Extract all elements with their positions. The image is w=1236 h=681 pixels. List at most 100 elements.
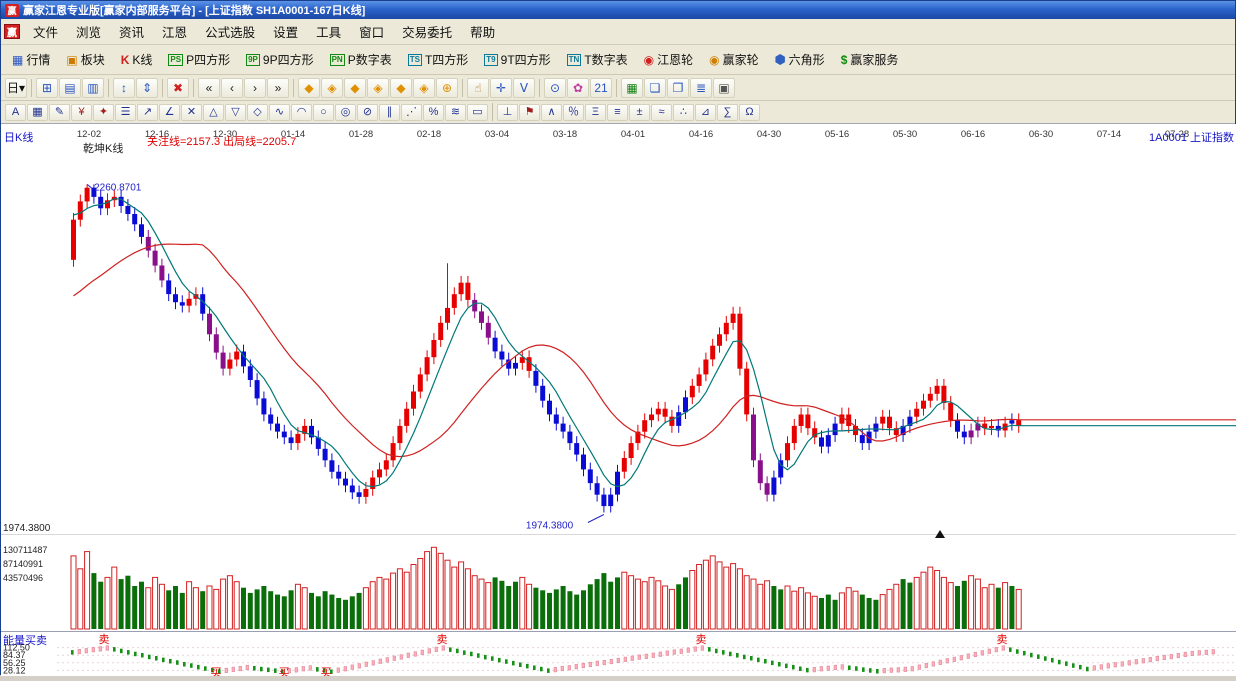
date-label: 04-16 — [689, 129, 713, 140]
fib-levels-tool[interactable]: Ξ — [585, 104, 606, 121]
t-square-label: T四方形 — [425, 51, 468, 68]
sine-wave-tool[interactable]: ∿ — [269, 104, 290, 121]
v-finder-tool[interactable]: Ⅴ — [513, 78, 535, 98]
magnifier-tool[interactable]: ⊙ — [544, 78, 566, 98]
winner-wheel-label: 赢家轮 — [723, 51, 759, 68]
parallel-channel-tool[interactable]: ∥ — [379, 104, 400, 121]
vertical-line-tool[interactable]: ⊥ — [497, 104, 518, 121]
nine-t-square-icon: T9 — [484, 54, 497, 66]
freehand-draw-tool[interactable]: ✎ — [49, 104, 70, 121]
circle-tool[interactable]: ○ — [313, 104, 334, 121]
toolbar-t-number-table[interactable]: TNT数字表 — [560, 48, 635, 72]
menu-items: 文件浏览资讯江恩公式选股设置工具窗口交易委托帮助 — [24, 18, 504, 45]
dot-series-tool[interactable]: ⋰ — [401, 104, 422, 121]
three-point-tool[interactable]: ∴ — [673, 104, 694, 121]
calculator-tool[interactable]: ▣ — [713, 78, 735, 98]
crosshair-tool[interactable]: ✛ — [490, 78, 512, 98]
trend-line-tool[interactable]: ↗ — [137, 104, 158, 121]
gann-square-tool-6[interactable]: ◈ — [413, 78, 435, 98]
toolbar-nine-t-square[interactable]: T99T四方形 — [477, 48, 557, 72]
omega-cycle-tool[interactable]: Ω — [739, 104, 760, 121]
gann-square-tool-3[interactable]: ◆ — [344, 78, 366, 98]
menu-file[interactable]: 文件 — [24, 18, 67, 45]
menu-logo-icon: 赢 — [4, 24, 20, 39]
speed-lines-tool[interactable]: ≡ — [607, 104, 628, 121]
toolbar-p-number-table[interactable]: PNP数字表 — [323, 48, 399, 72]
horizontal-line-tool[interactable]: ☰ — [115, 104, 136, 121]
gann-grid-tool[interactable]: ▦ — [27, 104, 48, 121]
chart-view[interactable]: ▥ — [82, 78, 104, 98]
data-list-view[interactable]: ≣ — [690, 78, 712, 98]
diamond-overlay-tool[interactable]: ◇ — [247, 104, 268, 121]
stats-table-view[interactable]: ▦ — [621, 78, 643, 98]
offset-tool[interactable]: ± — [629, 104, 650, 121]
arc-tool[interactable]: ◠ — [291, 104, 312, 121]
toolbar-gann-wheel[interactable]: ◉江恩轮 — [637, 48, 701, 72]
summation-tool[interactable]: ∑ — [717, 104, 738, 121]
gann-square-tool-5[interactable]: ◆ — [390, 78, 412, 98]
rectangle-tool[interactable]: ▭ — [467, 104, 488, 121]
main-chart-svg[interactable]: 12-0212-1612-3001-1401-2802-1803-0403-18… — [1, 124, 1236, 676]
gann-angle-tool[interactable]: ∠ — [159, 104, 180, 121]
hand-pointer-tool[interactable]: ☝ — [467, 78, 489, 98]
menu-trading[interactable]: 交易委托 — [393, 18, 461, 45]
toolbar-hexagon-chart[interactable]: 六角形 — [768, 48, 832, 72]
hexagon-chart-label: 六角形 — [789, 51, 825, 68]
toolbar-winner-wheel[interactable]: ◉赢家轮 — [702, 48, 766, 72]
period-daily-selector[interactable]: 日▾ — [5, 78, 27, 98]
menu-window[interactable]: 窗口 — [350, 18, 393, 45]
menu-gann[interactable]: 江恩 — [153, 18, 196, 45]
menu-formula-screener[interactable]: 公式选股 — [196, 18, 264, 45]
price-label-tool[interactable]: ¥ — [71, 104, 92, 121]
retracement-tool[interactable]: ％ — [563, 104, 584, 121]
right-triangle-tool[interactable]: ⊿ — [695, 104, 716, 121]
cross-line-tool[interactable]: ✕ — [181, 104, 202, 121]
vertical-zoom[interactable]: ↕ — [113, 78, 135, 98]
down-triangle-tool[interactable]: ▽ — [225, 104, 246, 121]
menu-tools[interactable]: 工具 — [307, 18, 350, 45]
toolbar-sectors[interactable]: ▣板块 — [59, 48, 111, 72]
gann-square-tool-4[interactable]: ◈ — [367, 78, 389, 98]
cycle-circle-tool[interactable]: ◎ — [335, 104, 356, 121]
calendar-21-tool[interactable]: 21 — [590, 78, 612, 98]
nav-prev[interactable]: ‹ — [221, 78, 243, 98]
toolbar-winner-service[interactable]: $赢家服务 — [834, 48, 906, 72]
triangle-tool[interactable]: △ — [203, 104, 224, 121]
smooth-curve-tool[interactable]: ≈ — [651, 104, 672, 121]
chart-area[interactable]: 12-0212-1612-3001-1401-2802-1803-0403-18… — [1, 124, 1236, 676]
flag-marker-tool[interactable]: ⚑ — [519, 104, 540, 121]
resistance-arc-tool[interactable]: ⊘ — [357, 104, 378, 121]
new-chart-window[interactable]: ❏ — [644, 78, 666, 98]
symbol-label: 1A0001 上证指数 — [1149, 130, 1234, 144]
toolbar-nine-p-square[interactable]: 9P9P四方形 — [239, 48, 320, 72]
panel-type-label: 日K线 — [4, 130, 33, 144]
nav-next[interactable]: › — [244, 78, 266, 98]
text-annotation-tool[interactable]: A — [5, 104, 26, 121]
quote-list-view[interactable]: ▤ — [59, 78, 81, 98]
gann-wheel-mini[interactable]: ⊕ — [436, 78, 458, 98]
menu-settings[interactable]: 设置 — [264, 18, 307, 45]
clone-chart-window[interactable]: ❐ — [667, 78, 689, 98]
wave-band-tool[interactable]: ≋ — [445, 104, 466, 121]
delete-drawing[interactable]: ✖ — [167, 78, 189, 98]
toolbar-kline-chart[interactable]: KK线 — [114, 48, 160, 72]
nav-first[interactable]: « — [198, 78, 220, 98]
title-bar[interactable]: 赢 赢家江恩专业版[赢家内部服务平台] - [上证指数 SH1A0001-167… — [1, 1, 1235, 19]
toolbar-market-quotes[interactable]: ▦行情 — [5, 48, 57, 72]
menu-browse[interactable]: 浏览 — [67, 18, 110, 45]
toolbar-p-square[interactable]: PSP四方形 — [161, 48, 237, 72]
p-number-table-label: P数字表 — [348, 51, 392, 68]
color-settings[interactable]: ✿ — [567, 78, 589, 98]
toolbar-t-square[interactable]: TST四方形 — [401, 48, 476, 72]
gann-square-tool-2[interactable]: ◈ — [321, 78, 343, 98]
percent-line-tool[interactable]: % — [423, 104, 444, 121]
menu-news[interactable]: 资讯 — [110, 18, 153, 45]
zigzag-tool[interactable]: ∧ — [541, 104, 562, 121]
flash-marker-tool[interactable]: ✦ — [93, 104, 114, 121]
menu-help[interactable]: 帮助 — [461, 18, 504, 45]
vertical-fit[interactable]: ⇕ — [136, 78, 158, 98]
gann-square-tool-1[interactable]: ◆ — [298, 78, 320, 98]
nav-last[interactable]: » — [267, 78, 289, 98]
board-view[interactable]: ⊞ — [36, 78, 58, 98]
toolbar-separator — [616, 79, 617, 97]
